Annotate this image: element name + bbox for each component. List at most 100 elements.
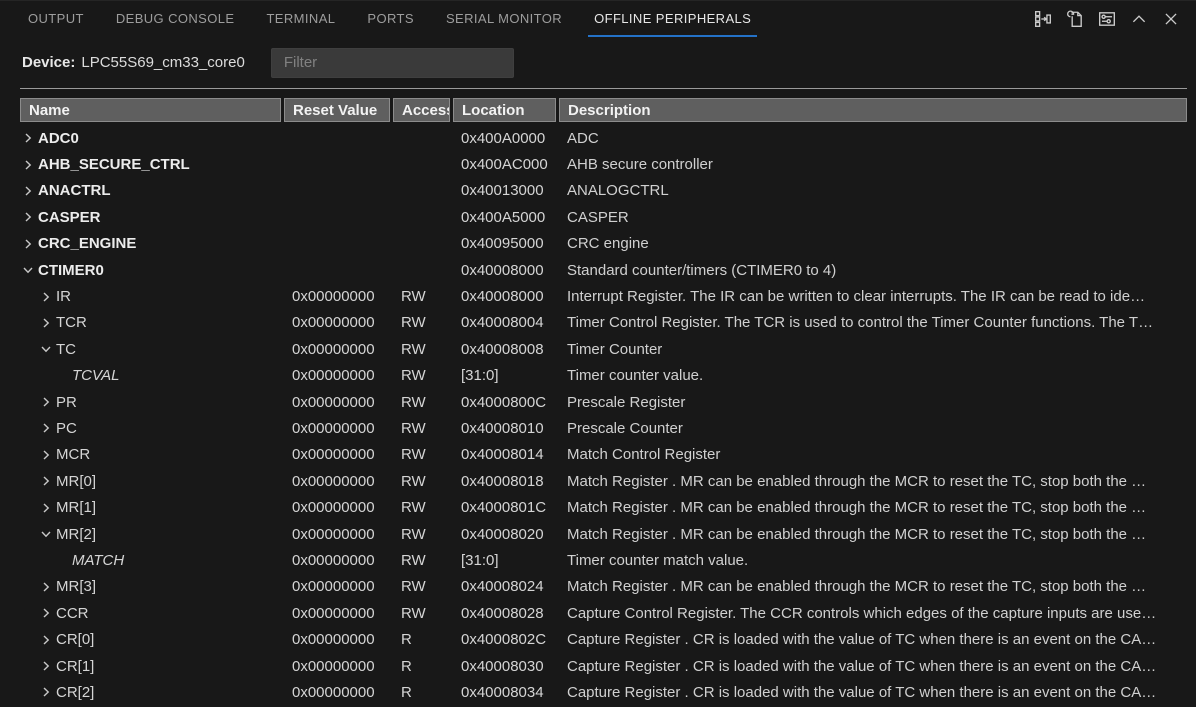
chevron-right-icon[interactable]	[40, 449, 52, 461]
chevron-right-icon[interactable]	[22, 132, 34, 144]
access-value: RW	[393, 578, 450, 595]
column-header-access: Access	[393, 98, 450, 122]
access-value: RW	[393, 420, 450, 437]
tab-ports[interactable]: PORTS	[361, 1, 420, 37]
chevron-right-icon[interactable]	[40, 291, 52, 303]
chevron-right-icon[interactable]	[40, 660, 52, 672]
export-registers-icon[interactable]	[1034, 10, 1052, 28]
chevron-right-icon[interactable]	[40, 686, 52, 698]
location-value: 0x40008034	[453, 684, 556, 701]
filter-input[interactable]	[271, 48, 514, 78]
table-row[interactable]: MR[3]0x00000000RW0x40008024Match Registe…	[20, 574, 1187, 600]
description-text: Capture Control Register. The CCR contro…	[559, 605, 1187, 622]
register-name: TCR	[56, 314, 87, 331]
chevron-right-icon[interactable]	[22, 185, 34, 197]
chevron-right-icon[interactable]	[22, 211, 34, 223]
chevron-right-icon[interactable]	[40, 607, 52, 619]
register-name-cell: CRC_ENGINE	[20, 235, 281, 252]
reset-value: 0x00000000	[284, 420, 390, 437]
chevron-right-icon[interactable]	[22, 238, 34, 250]
reset-value: 0x00000000	[284, 446, 390, 463]
register-name-cell: CCR	[20, 605, 281, 622]
table-row[interactable]: TC0x00000000RW0x40008008Timer Counter	[20, 336, 1187, 362]
chevron-right-icon[interactable]	[40, 634, 52, 646]
access-value: RW	[393, 367, 450, 384]
table-row[interactable]: IR0x00000000RW0x40008000Interrupt Regist…	[20, 283, 1187, 309]
table-row[interactable]: CCR0x00000000RW0x40008028Capture Control…	[20, 600, 1187, 626]
peripherals-view-icon[interactable]	[1098, 10, 1116, 28]
location-value: 0x4000802C	[453, 631, 556, 648]
table-row[interactable]: MR[2]0x00000000RW0x40008020Match Registe…	[20, 521, 1187, 547]
register-name: PC	[56, 420, 77, 437]
description-text: Match Register . MR can be enabled throu…	[559, 578, 1187, 595]
table-row[interactable]: TCR0x00000000RW0x40008004Timer Control R…	[20, 310, 1187, 336]
description-text: Interrupt Register. The IR can be writte…	[559, 288, 1187, 305]
description-text: Match Register . MR can be enabled throu…	[559, 499, 1187, 516]
tab-debug-console[interactable]: DEBUG CONSOLE	[110, 1, 241, 37]
chevron-down-icon[interactable]	[22, 264, 34, 276]
location-value: 0x40013000	[453, 182, 556, 199]
description-text: ADC	[559, 130, 1187, 147]
reset-value: 0x00000000	[284, 578, 390, 595]
panel-tabs: OUTPUT DEBUG CONSOLE TERMINAL PORTS SERI…	[22, 1, 777, 37]
tab-terminal[interactable]: TERMINAL	[260, 1, 341, 37]
table-row[interactable]: CASPER0x400A5000CASPER	[20, 204, 1187, 230]
location-value: [31:0]	[453, 552, 556, 569]
location-value: 0x4000801C	[453, 499, 556, 516]
register-name: TCVAL	[72, 367, 120, 384]
table-row[interactable]: MCR0x00000000RW0x40008014Match Control R…	[20, 442, 1187, 468]
table-row[interactable]: AHB_SECURE_CTRL0x400AC000AHB secure cont…	[20, 151, 1187, 177]
register-name-cell: PC	[20, 420, 281, 437]
description-text: Match Register . MR can be enabled throu…	[559, 473, 1187, 490]
table-row[interactable]: CR[0]0x00000000R0x4000802CCapture Regist…	[20, 626, 1187, 652]
table-row[interactable]: MR[0]0x00000000RW0x40008018Match Registe…	[20, 468, 1187, 494]
description-text: Standard counter/timers (CTIMER0 to 4)	[559, 262, 1187, 279]
chevron-right-icon[interactable]	[40, 396, 52, 408]
access-value: R	[393, 631, 450, 648]
panel-tab-bar: OUTPUT DEBUG CONSOLE TERMINAL PORTS SERI…	[0, 0, 1196, 37]
table-row[interactable]: CR[2]0x00000000R0x40008034Capture Regist…	[20, 679, 1187, 705]
access-value: R	[393, 658, 450, 675]
table-row[interactable]: ADC00x400A0000ADC	[20, 125, 1187, 151]
panel-maximize-icon[interactable]	[1130, 10, 1148, 28]
reload-file-icon[interactable]	[1066, 10, 1084, 28]
table-row[interactable]: ANACTRL0x40013000ANALOGCTRL	[20, 178, 1187, 204]
table-row[interactable]: CR[1]0x00000000R0x40008030Capture Regist…	[20, 653, 1187, 679]
register-name: MR[2]	[56, 526, 96, 543]
chevron-right-icon[interactable]	[40, 502, 52, 514]
description-text: AHB secure controller	[559, 156, 1187, 173]
chevron-right-icon[interactable]	[22, 159, 34, 171]
table-row[interactable]: CRC_ENGINE0x40095000CRC engine	[20, 231, 1187, 257]
register-name: ADC0	[38, 130, 79, 147]
chevron-down-icon[interactable]	[40, 528, 52, 540]
register-name-cell: AHB_SECURE_CTRL	[20, 156, 281, 173]
register-name: CTIMER0	[38, 262, 104, 279]
table-row[interactable]: MR[1]0x00000000RW0x4000801CMatch Registe…	[20, 494, 1187, 520]
table-row[interactable]: CTIMER00x40008000Standard counter/timers…	[20, 257, 1187, 283]
table-row[interactable]: PR0x00000000RW0x4000800CPrescale Registe…	[20, 389, 1187, 415]
register-name: CR[2]	[56, 684, 94, 701]
register-name-cell: TCR	[20, 314, 281, 331]
description-text: Timer counter value.	[559, 367, 1187, 384]
chevron-right-icon[interactable]	[40, 422, 52, 434]
register-name: PR	[56, 394, 77, 411]
reset-value: 0x00000000	[284, 684, 390, 701]
register-name-cell: MR[1]	[20, 499, 281, 516]
access-value: RW	[393, 552, 450, 569]
chevron-right-icon[interactable]	[40, 581, 52, 593]
table-row[interactable]: TCVAL0x00000000RW[31:0]Timer counter val…	[20, 363, 1187, 389]
register-name: CASPER	[38, 209, 101, 226]
tab-output[interactable]: OUTPUT	[22, 1, 90, 37]
table-body: ADC00x400A0000ADCAHB_SECURE_CTRL0x400AC0…	[20, 125, 1187, 707]
location-value: [31:0]	[453, 367, 556, 384]
chevron-right-icon[interactable]	[40, 317, 52, 329]
chevron-right-icon[interactable]	[40, 475, 52, 487]
table-row[interactable]: MATCH0x00000000RW[31:0]Timer counter mat…	[20, 547, 1187, 573]
register-name: ANACTRL	[38, 182, 111, 199]
table-row[interactable]: PC0x00000000RW0x40008010Prescale Counter	[20, 415, 1187, 441]
tab-offline-peripherals[interactable]: OFFLINE PERIPHERALS	[588, 1, 757, 37]
close-panel-icon[interactable]	[1162, 10, 1180, 28]
register-name-cell: MR[3]	[20, 578, 281, 595]
tab-serial-monitor[interactable]: SERIAL MONITOR	[440, 1, 568, 37]
chevron-down-icon[interactable]	[40, 343, 52, 355]
